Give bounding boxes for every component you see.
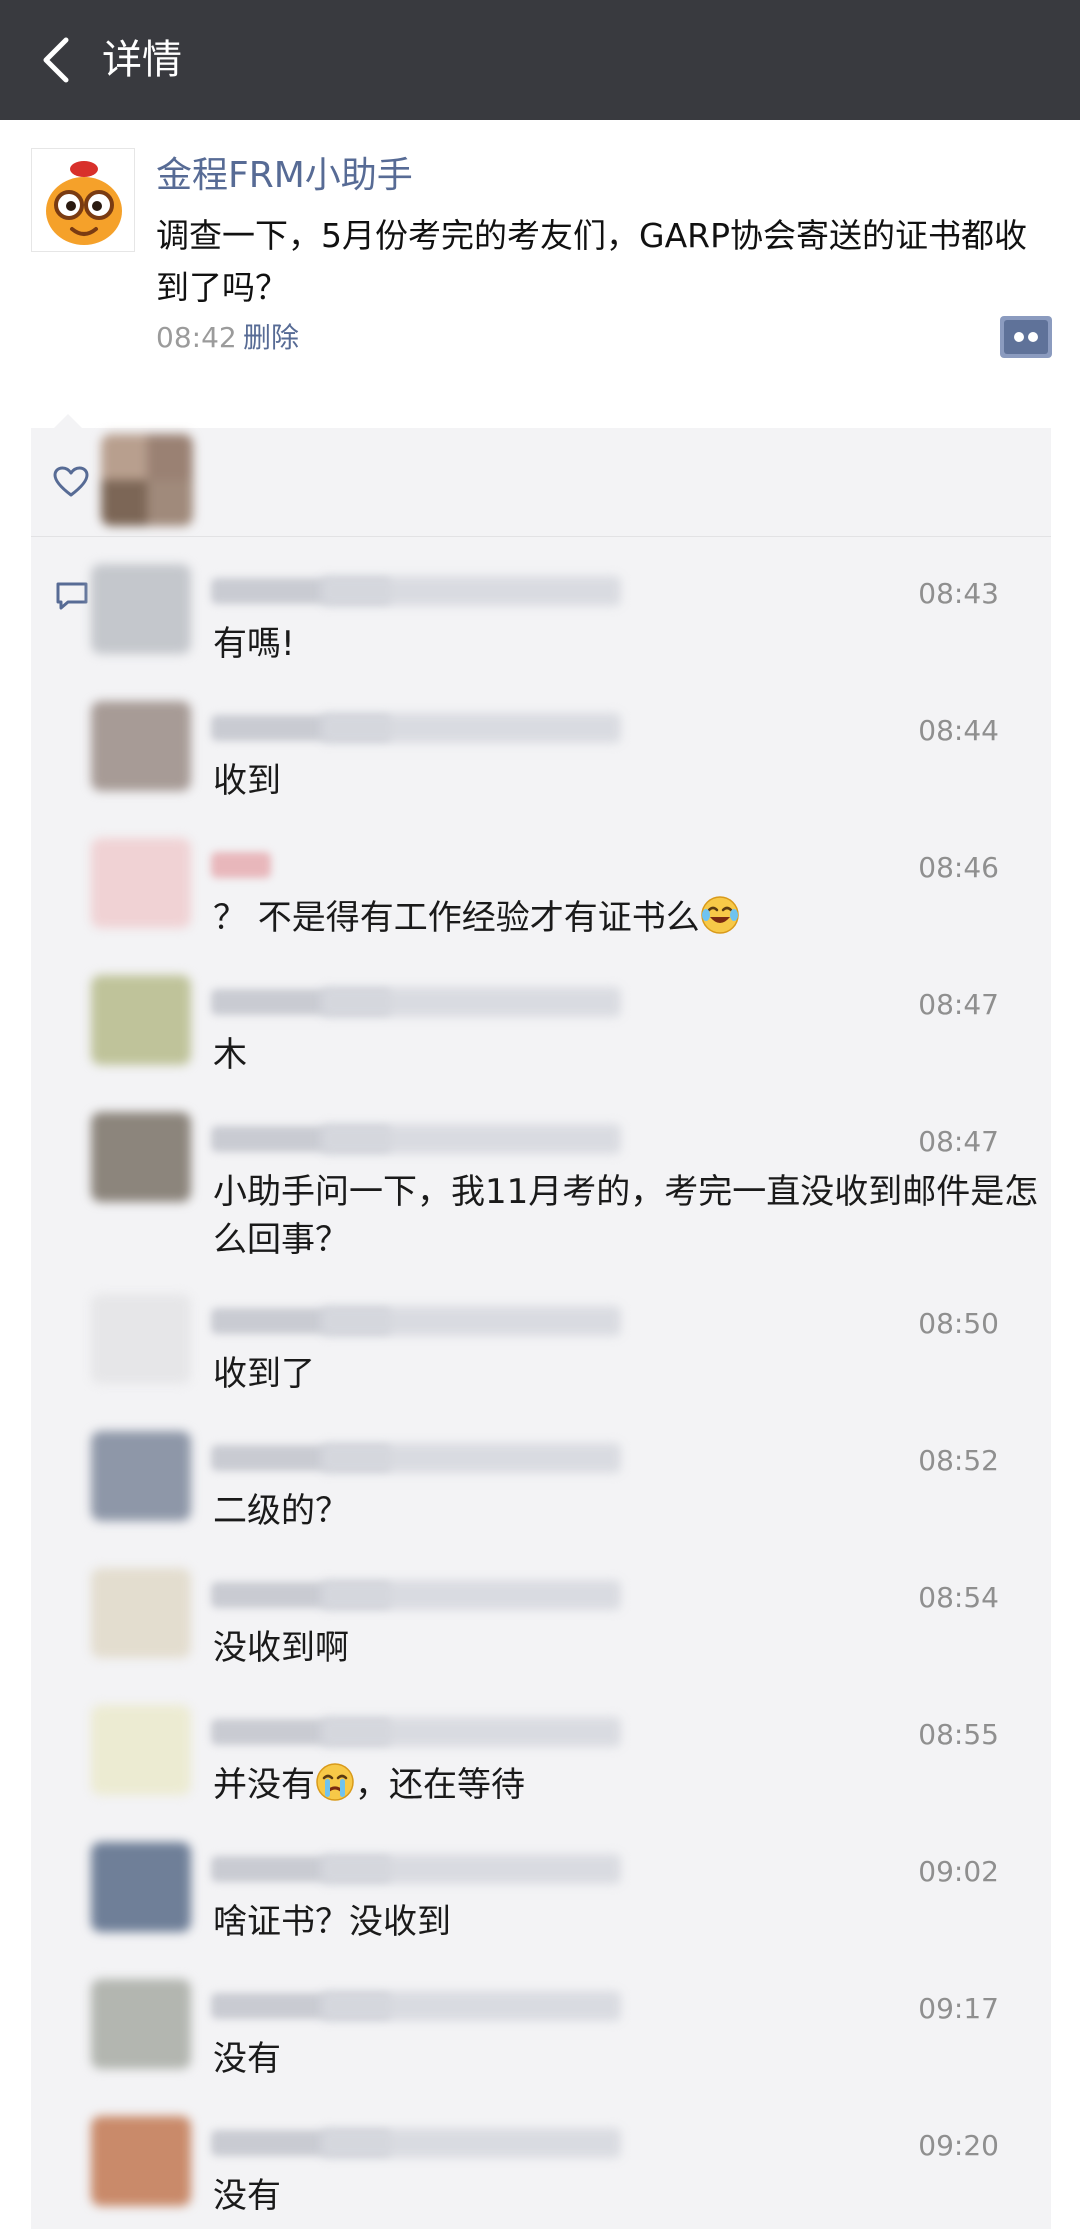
- commenter-name-blurred[interactable]: [211, 1715, 691, 1751]
- commenter-name-blurred[interactable]: [211, 1578, 691, 1614]
- comment-text: 没有: [213, 2039, 281, 2079]
- comment-text: 啥证书？没收到: [213, 1902, 451, 1942]
- comment-text-part: 并没有: [213, 1765, 315, 1805]
- author-name[interactable]: 金程FRM小助手: [156, 150, 413, 202]
- commenter-avatar[interactable]: [91, 838, 191, 928]
- comment-time: 09:20: [918, 2129, 999, 2162]
- comment-text: 小助手问一下，我11月考的，考完一直没收到邮件是怎么回事？: [213, 1172, 1039, 1260]
- comment-item[interactable]: 08:47 木: [31, 975, 1051, 1112]
- back-arrow-icon[interactable]: [28, 30, 88, 90]
- comment-text: 收到了: [213, 1354, 315, 1394]
- post-time: 08:42: [156, 321, 237, 354]
- comment-text: 没有: [213, 2176, 281, 2216]
- comment-item[interactable]: 08:50 收到了: [31, 1294, 1051, 1431]
- commenter-name-blurred[interactable]: [211, 711, 691, 747]
- comment-text-part: ？ 不是得有工作经验才有证书么: [213, 898, 700, 938]
- commenter-avatar[interactable]: [91, 701, 191, 791]
- comment-text: 没收到啊: [213, 1628, 349, 1668]
- comment-text: 木: [213, 1035, 247, 1075]
- comment-item[interactable]: 08:43 有嗎!: [31, 564, 1051, 701]
- commenter-avatar[interactable]: [91, 975, 191, 1065]
- commenter-name-blurred[interactable]: [211, 1304, 691, 1340]
- comment-item[interactable]: 08:55 并没有 ，还在等待: [31, 1705, 1051, 1842]
- commenter-avatar[interactable]: [91, 1294, 191, 1384]
- commenter-avatar[interactable]: [91, 1112, 191, 1202]
- comment-text: 收到: [213, 761, 281, 801]
- commenter-avatar[interactable]: [91, 1842, 191, 1932]
- top-bar: 详情: [0, 0, 1080, 120]
- commenter-avatar[interactable]: [91, 1705, 191, 1795]
- comment-time: 08:47: [918, 1125, 999, 1158]
- commenter-name-blurred[interactable]: [211, 1852, 691, 1888]
- comment-text: 并没有 ，还在等待: [213, 1761, 1013, 1809]
- comment-item[interactable]: 08:47 小助手问一下，我11月考的，考完一直没收到邮件是怎么回事？: [31, 1112, 1051, 1294]
- likes-row: [31, 428, 1051, 536]
- commenter-avatar[interactable]: [91, 2116, 191, 2206]
- commenter-avatar[interactable]: [91, 1568, 191, 1658]
- liker-avatar[interactable]: [101, 434, 193, 526]
- commenter-avatar[interactable]: [91, 564, 191, 654]
- commenter-avatar[interactable]: [91, 1979, 191, 2069]
- comment-text: ？ 不是得有工作经验才有证书么: [213, 894, 1013, 942]
- author-avatar[interactable]: [31, 148, 135, 252]
- comments-panel: 08:43 有嗎! 08:44 收到 08:46 ？ 不是得有工作经验才有证书么…: [31, 428, 1051, 2229]
- comment-item[interactable]: 08:44 收到: [31, 701, 1051, 838]
- comment-time: 08:46: [918, 851, 999, 884]
- heart-icon: [53, 466, 89, 497]
- comment-item[interactable]: 08:52 二级的？: [31, 1431, 1051, 1568]
- laughing-tears-emoji-icon: [701, 896, 739, 934]
- comment-item[interactable]: 08:54 没收到啊: [31, 1568, 1051, 1705]
- comment-time: 08:47: [918, 988, 999, 1021]
- commenter-avatar[interactable]: [91, 1431, 191, 1521]
- comment-text: 有嗎!: [213, 624, 295, 664]
- delete-link[interactable]: 删除: [243, 318, 299, 358]
- comment-item[interactable]: 09:17 没有: [31, 1979, 1051, 2116]
- commenter-name-blurred[interactable]: [211, 1441, 691, 1477]
- moment-post: 金程FRM小助手 调查一下，5月份考完的考友们，GARP协会寄送的证书都收到了吗…: [0, 120, 1080, 430]
- comment-item[interactable]: 09:02 啥证书？没收到: [31, 1842, 1051, 1979]
- commenter-name-blurred[interactable]: [211, 1989, 691, 2025]
- post-text: 调查一下，5月份考完的考友们，GARP协会寄送的证书都收到了吗？: [156, 216, 1027, 307]
- comment-text: 二级的？: [213, 1491, 349, 1531]
- comment-time: 08:54: [918, 1581, 999, 1614]
- page-title: 详情: [102, 37, 182, 83]
- commenter-name-blurred[interactable]: [211, 1122, 691, 1158]
- comment-time: 08:55: [918, 1718, 999, 1751]
- comment-text-part: ，还在等待: [355, 1765, 525, 1805]
- comment-item[interactable]: 09:20 没有: [31, 2116, 1051, 2229]
- comment-time: 08:44: [918, 714, 999, 747]
- commenter-name-blurred[interactable]: [211, 2126, 691, 2162]
- comment-time: 09:02: [918, 1855, 999, 1888]
- divider: [31, 536, 1051, 537]
- comment-time: 08:52: [918, 1444, 999, 1477]
- comment-time: 08:43: [918, 577, 999, 610]
- comment-time: 09:17: [918, 1992, 999, 2025]
- commenter-name-blurred[interactable]: [211, 574, 691, 610]
- commenter-name-blurred[interactable]: [211, 848, 691, 884]
- comment-time: 08:50: [918, 1307, 999, 1340]
- more-actions-icon[interactable]: [1000, 316, 1052, 358]
- comment-item[interactable]: 08:46 ？ 不是得有工作经验才有证书么: [31, 838, 1051, 975]
- commenter-name-blurred[interactable]: [211, 985, 691, 1021]
- crying-emoji-icon: [316, 1763, 354, 1801]
